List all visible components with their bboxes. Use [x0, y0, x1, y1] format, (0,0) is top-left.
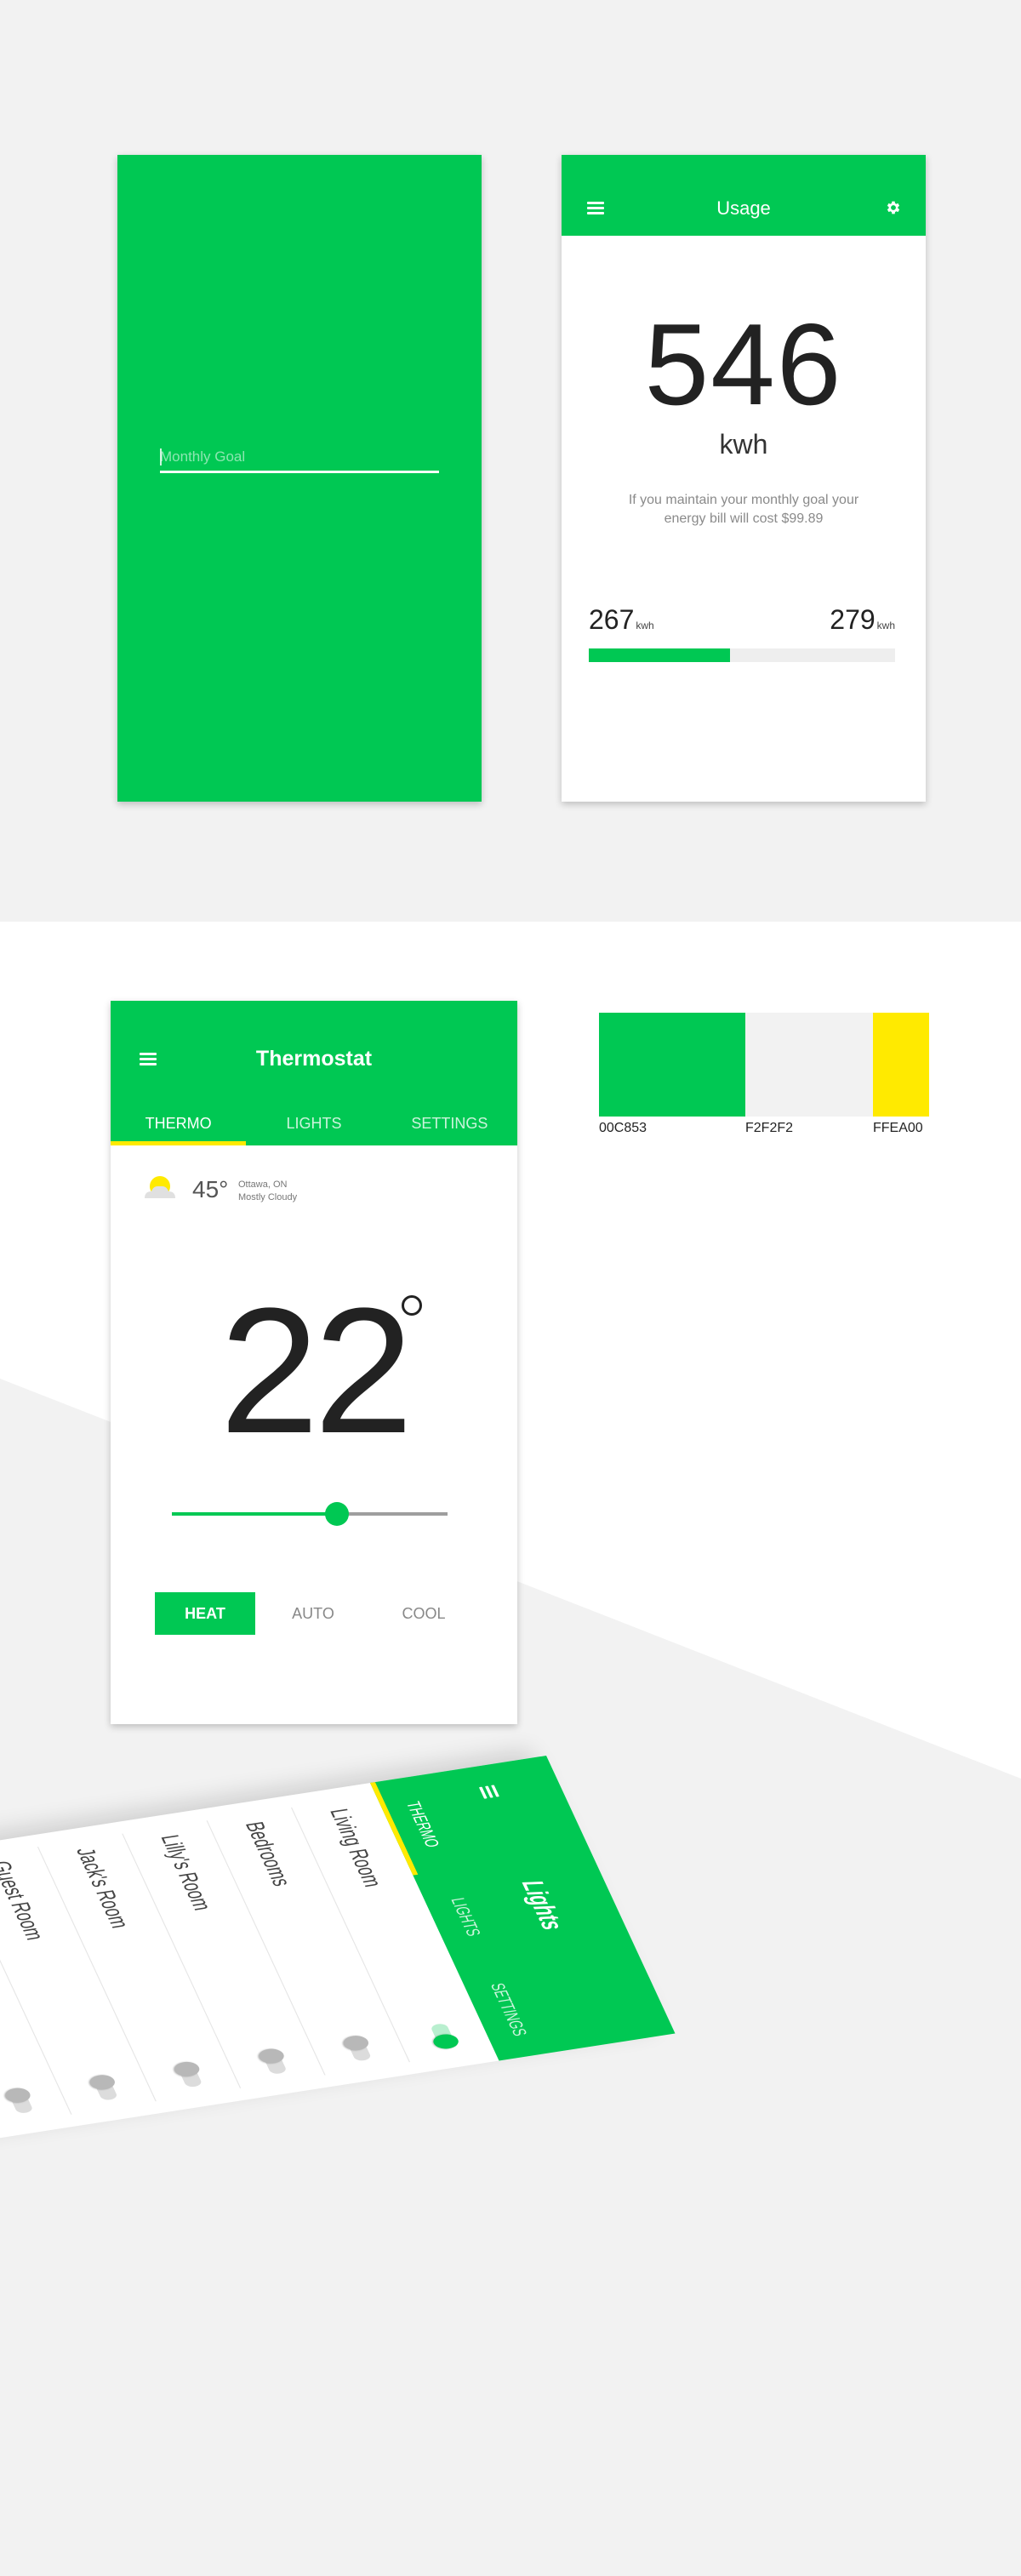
usage-unit: kwh	[719, 429, 768, 460]
toggle-knob	[171, 2060, 202, 2078]
swatch-label: 00C853	[599, 1121, 647, 1135]
toggle-knob	[87, 2073, 118, 2092]
monthly-goal-placeholder: Monthly Goal	[160, 448, 246, 465]
toggle-knob	[340, 2034, 372, 2053]
toggle-knob	[255, 2047, 287, 2065]
tab-lights[interactable]: LIGHTS	[246, 1103, 381, 1145]
lights-screen: Lights THERMO LIGHTS SETTINGS Living Roo…	[0, 1756, 676, 2167]
goal-message-line: energy bill will cost $99.89	[664, 511, 824, 527]
current-usage-value: 267	[589, 604, 635, 635]
room-light-toggle[interactable]	[430, 2022, 462, 2051]
thermostat-tabs: THERMO LIGHTS SETTINGS	[111, 1103, 517, 1145]
degree-symbol	[402, 1295, 422, 1316]
monthly-goal-input[interactable]: Monthly Goal	[160, 444, 439, 473]
mode-heat-button[interactable]: HEAT	[155, 1592, 255, 1635]
goal-usage: 279 kwh	[830, 604, 895, 636]
room-light-toggle[interactable]	[340, 2034, 373, 2062]
current-usage: 267 kwh	[589, 604, 654, 636]
room-light-toggle[interactable]	[255, 2047, 288, 2075]
thermostat-title: Thermostat	[255, 1047, 373, 1071]
goal-usage-unit: kwh	[876, 620, 895, 631]
weather-details: Ottawa, ON Mostly Cloudy	[238, 1179, 297, 1204]
usage-amount: 546	[644, 300, 843, 429]
toggle-knob	[431, 2032, 462, 2051]
room-light-toggle[interactable]	[171, 2060, 203, 2088]
usage-title: Usage	[716, 197, 771, 219]
room-label: Jack's Room	[70, 1846, 134, 1930]
usage-progress-fill	[589, 648, 730, 662]
room-label: Guest Room	[0, 1859, 49, 1942]
room-light-toggle[interactable]	[87, 2073, 119, 2101]
text-caret	[160, 448, 162, 466]
swatch-label: F2F2F2	[745, 1121, 794, 1135]
goal-message: If you maintain your monthly goal your e…	[613, 491, 875, 529]
thermostat-screen: Thermostat THERMO LIGHTS SETTINGS 45° Ot…	[111, 1001, 517, 1724]
room-label: Living Room	[323, 1807, 387, 1889]
room-label: Bedrooms	[239, 1819, 296, 1888]
temperature-slider[interactable]	[172, 1512, 448, 1516]
mode-auto-button[interactable]: AUTO	[272, 1592, 354, 1635]
swatch-label: FFEA00	[873, 1121, 923, 1135]
swatch-yellow	[873, 1013, 929, 1117]
color-palette: 00C853 F2F2F2 FFEA00	[599, 1013, 929, 1135]
swatch-grey	[745, 1013, 873, 1117]
outdoor-temperature: 45°	[192, 1176, 229, 1202]
monthly-goal-screen: Monthly Goal	[117, 155, 482, 802]
tab-settings[interactable]: SETTINGS	[382, 1103, 517, 1145]
temperature-setpoint: 22	[220, 1271, 414, 1471]
room-light-toggle[interactable]	[2, 2086, 34, 2115]
toggle-knob	[2, 2086, 33, 2105]
swatch-green	[599, 1013, 745, 1117]
goal-usage-value: 279	[830, 604, 876, 635]
mode-selector: HEAT AUTO COOL	[155, 1592, 473, 1635]
usage-screen: Usage 546 kwh If you maintain your month…	[562, 155, 926, 802]
slider-thumb[interactable]	[325, 1502, 350, 1526]
goal-message-line: If you maintain your monthly goal your	[628, 493, 859, 507]
weather-condition: Mostly Cloudy	[238, 1191, 298, 1202]
slider-fill	[172, 1512, 338, 1516]
usage-app-bar: Usage	[562, 155, 926, 236]
partly-cloudy-icon	[145, 1176, 175, 1198]
usage-progress-bar	[589, 648, 895, 662]
weather-location: Ottawa, ON	[238, 1179, 288, 1190]
mode-cool-button[interactable]: COOL	[383, 1592, 465, 1635]
room-label: Lilly's Room	[154, 1833, 217, 1912]
thermostat-app-bar: Thermostat THERMO LIGHTS SETTINGS	[111, 1001, 517, 1145]
gear-icon[interactable]	[885, 199, 902, 216]
tab-thermo[interactable]: THERMO	[111, 1103, 247, 1145]
current-usage-unit: kwh	[636, 620, 654, 631]
